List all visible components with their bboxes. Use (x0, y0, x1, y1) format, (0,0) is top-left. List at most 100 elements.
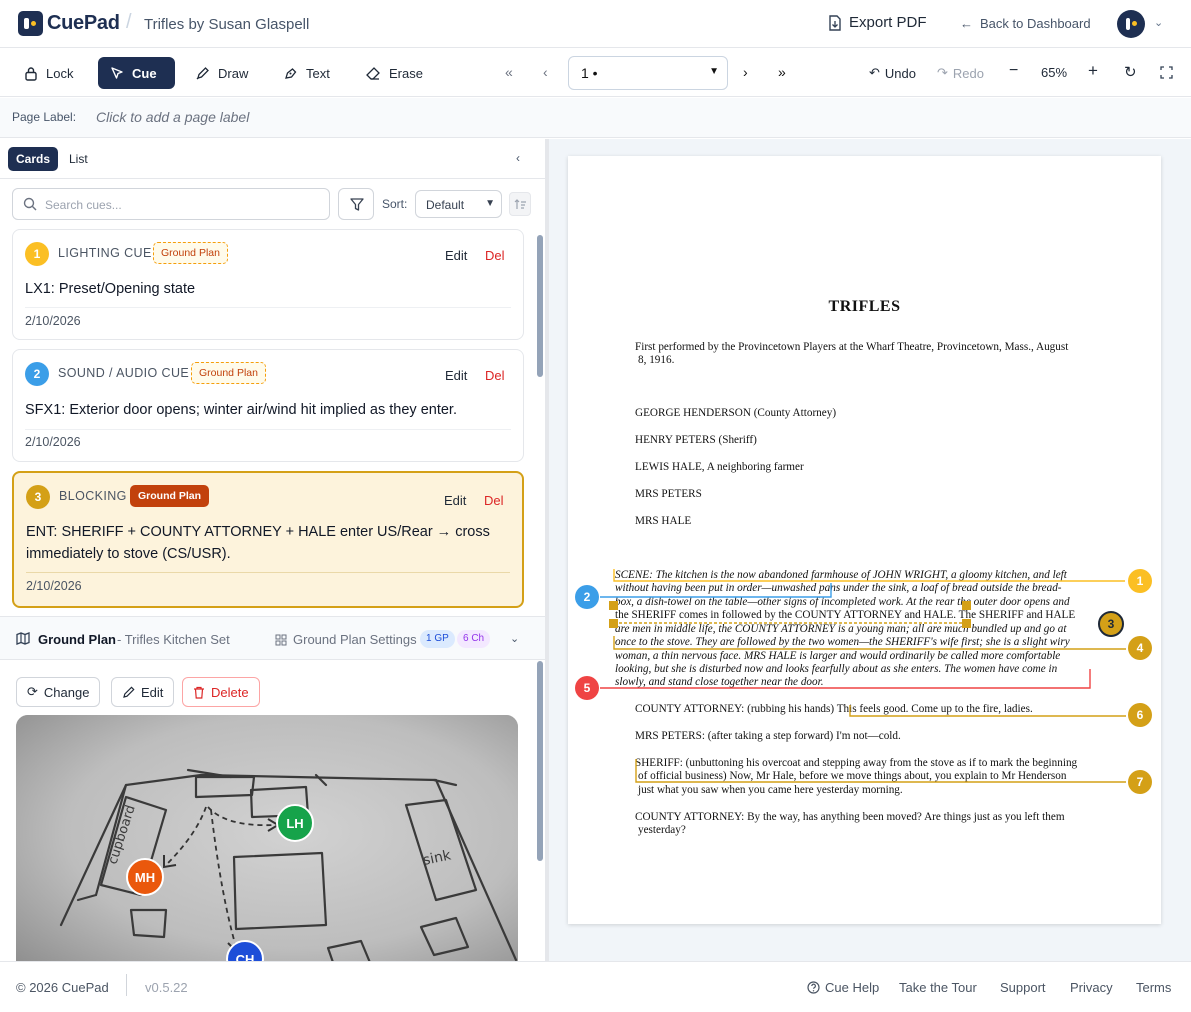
cue-text: LX1: Preset/Opening state (25, 281, 196, 297)
page-label-caption: Page Label: (12, 110, 77, 124)
selection-handle[interactable] (962, 601, 971, 610)
back-to-dashboard-link[interactable]: ← Back to Dashboard (960, 16, 1091, 31)
cue-bracket-2 (600, 583, 832, 598)
selection-handle[interactable] (609, 601, 618, 610)
cuepad-logo-icon (18, 11, 43, 36)
back-label: Back to Dashboard (980, 16, 1091, 31)
change-ground-plan-button[interactable]: ⟳ Change (16, 677, 101, 707)
search-input[interactable]: Search cues... (12, 188, 330, 220)
character-count-badge: 6 Ch (457, 630, 491, 648)
undo-label: Undo (884, 65, 916, 81)
redo-button[interactable]: ↷ Redo (937, 65, 984, 81)
cue-tool-button[interactable]: Cue (98, 57, 175, 89)
sort-label: Sort: (382, 197, 408, 211)
file-export-icon (829, 14, 841, 31)
selection-handle[interactable] (962, 619, 971, 628)
cue-marker-2[interactable]: 2 (575, 585, 599, 609)
cue-marker-number: 6 (1136, 708, 1144, 722)
cue-type: SOUND / AUDIO CUE (58, 366, 190, 380)
pencil-icon (123, 685, 135, 698)
cue-marker-1[interactable]: 1 (1128, 569, 1152, 593)
cue-type: LIGHTING CUE (58, 246, 152, 260)
cue-number-badge: 3 (26, 485, 50, 509)
take-the-tour-link[interactable]: Take the Tour (899, 980, 977, 995)
edit-ground-plan-button[interactable]: Edit (111, 677, 175, 707)
ground-plan-tag[interactable]: Ground Plan (130, 485, 209, 507)
sort-select[interactable]: Default ▼ (415, 190, 502, 218)
cue-help-link[interactable]: Cue Help (807, 980, 879, 995)
ground-plan-image[interactable]: cupboard sink LH MH CH (16, 715, 518, 975)
export-pdf-label: Export PDF (849, 14, 927, 31)
tab-list[interactable]: List (61, 147, 96, 171)
collapse-panel-icon[interactable]: ‹ (516, 151, 520, 165)
delete-cue-button[interactable]: Del (485, 248, 505, 263)
selection-handle[interactable] (609, 619, 618, 628)
arrow-left-icon: ← (960, 16, 973, 31)
first-page-icon[interactable]: « (505, 64, 513, 80)
last-page-icon[interactable]: » (778, 64, 786, 80)
cue-list-scrollbar[interactable] (537, 235, 543, 377)
zoom-out-icon[interactable]: − (1009, 62, 1018, 80)
cue-date: 2/10/2026 (25, 314, 81, 328)
card-divider (26, 572, 510, 573)
next-page-icon[interactable]: › (743, 64, 748, 80)
cursor-icon (111, 67, 123, 79)
page-select[interactable]: 1 • ▼ (568, 56, 728, 90)
page-label-input[interactable]: Click to add a page label (96, 109, 249, 125)
terms-link[interactable]: Terms (1136, 980, 1171, 995)
cue-overlay (600, 569, 1126, 783)
character-token-lh[interactable]: LH (276, 804, 314, 842)
ground-plan-tag[interactable]: Ground Plan (191, 362, 266, 384)
filter-icon (350, 198, 364, 211)
delete-cue-button[interactable]: Del (485, 368, 505, 383)
ground-plan-settings-button[interactable]: Ground Plan Settings (275, 632, 417, 647)
undo-button[interactable]: ↶ Undo (869, 65, 916, 81)
fullscreen-icon[interactable] (1160, 66, 1173, 79)
filter-button[interactable] (338, 188, 374, 220)
edit-cue-button[interactable]: Edit (444, 493, 466, 508)
cue-card[interactable]: 2 SOUND / AUDIO CUE Ground Plan Edit Del… (12, 349, 524, 462)
zoom-in-icon[interactable]: + (1088, 61, 1098, 81)
app-logo[interactable]: CuePad (18, 11, 120, 36)
support-link[interactable]: Support (1000, 980, 1046, 995)
cue-card[interactable]: 1 LIGHTING CUE Ground Plan Edit Del LX1:… (12, 229, 524, 340)
grid-icon (275, 634, 287, 645)
ground-plan-scrollbar[interactable] (537, 661, 543, 861)
character-token-mh[interactable]: MH (126, 858, 164, 896)
cue-card-selected[interactable]: 3 BLOCKING Ground Plan Edit Del ENT: SHE… (12, 471, 524, 608)
chevron-down-icon[interactable]: ⌄ (1154, 16, 1163, 29)
prev-page-icon[interactable]: ‹ (543, 64, 548, 80)
cue-marker-5[interactable]: 5 (575, 676, 599, 700)
erase-tool-button[interactable]: Erase (353, 57, 435, 89)
sort-direction-button[interactable] (509, 192, 531, 216)
tab-cards[interactable]: Cards (8, 147, 59, 171)
edit-cue-button[interactable]: Edit (445, 368, 467, 383)
change-label: Change (43, 684, 90, 700)
search-placeholder: Search cues... (45, 198, 122, 212)
user-avatar[interactable] (1117, 10, 1145, 38)
cue-marker-7[interactable]: 7 (1128, 770, 1152, 794)
chevron-down-icon[interactable]: ⌄ (510, 632, 519, 645)
ground-plan-header[interactable]: Ground Plan - Trifles Kitchen Set Ground… (0, 616, 545, 660)
lock-tool-button[interactable]: Lock (12, 57, 85, 89)
edit-cue-button[interactable]: Edit (445, 248, 467, 263)
draw-tool-button[interactable]: Draw (183, 57, 260, 89)
text-tool-label: Text (306, 65, 330, 81)
cue-bracket-5 (600, 669, 1091, 689)
character-initials: MH (134, 869, 156, 885)
cue-panel: Cards List ‹ Search cues... Sort: Defaul… (0, 139, 545, 975)
cue-text: ENT: SHERIFF + COUNTY ATTORNEY + HALE en… (26, 524, 490, 562)
reset-rotate-icon[interactable]: ↻ (1124, 63, 1137, 81)
cue-marker-number: 2 (583, 590, 591, 604)
privacy-link[interactable]: Privacy (1070, 980, 1113, 995)
cue-marker-3[interactable]: 3 (1098, 611, 1124, 637)
version: v0.5.22 (145, 980, 188, 995)
text-tool-button[interactable]: Text (271, 57, 342, 89)
ground-plan-tag[interactable]: Ground Plan (153, 242, 228, 264)
cue-date: 2/10/2026 (26, 579, 82, 593)
delete-ground-plan-button[interactable]: Delete (182, 677, 260, 707)
cue-marker-6[interactable]: 6 (1128, 703, 1152, 727)
delete-cue-button[interactable]: Del (484, 493, 504, 508)
cue-marker-4[interactable]: 4 (1128, 636, 1152, 660)
export-pdf-button[interactable]: Export PDF (828, 14, 927, 31)
